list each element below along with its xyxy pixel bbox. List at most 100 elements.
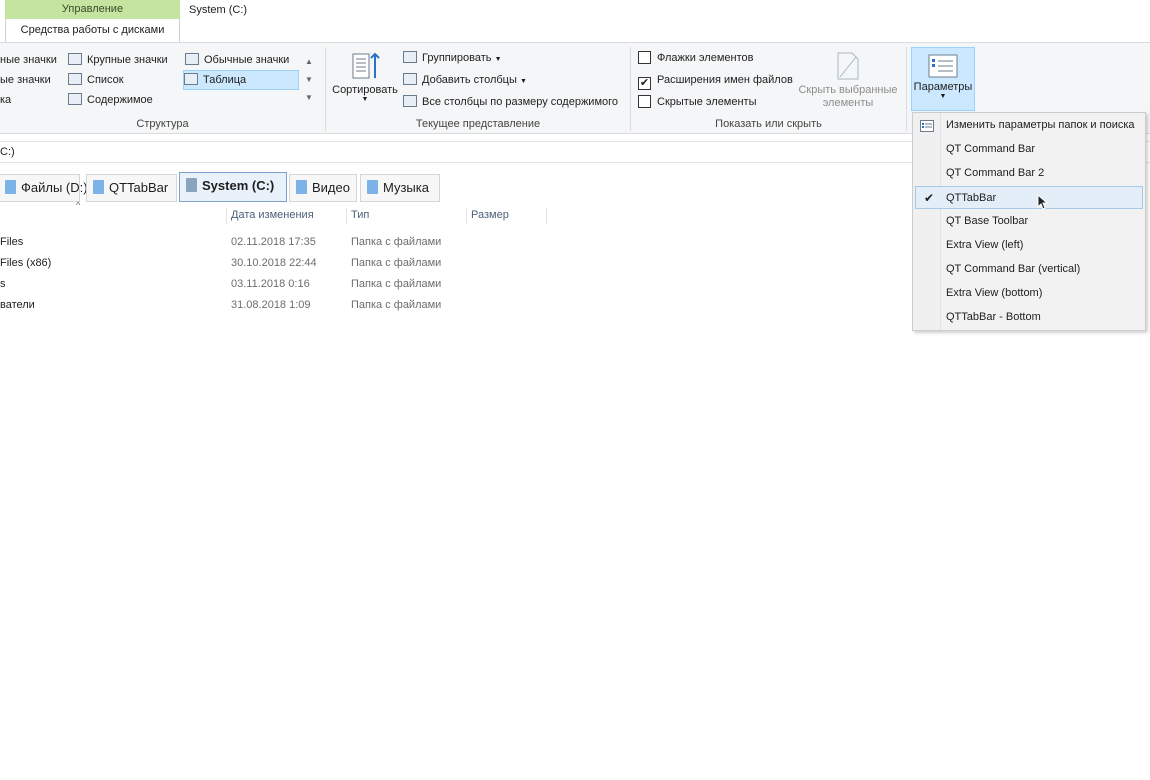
medium-icons-icon — [185, 53, 199, 65]
add-columns-button[interactable]: Добавить столбцы ▼ — [403, 71, 527, 89]
tab-files-d[interactable]: Файлы (D:) — [0, 174, 88, 202]
layout-tiles[interactable]: ка — [0, 91, 11, 109]
tab-music[interactable]: Музыка — [360, 174, 440, 202]
layout-list[interactable]: Список — [68, 71, 124, 89]
hidden-items-label: Скрытые элементы — [657, 96, 757, 108]
row-name: ватели — [0, 299, 35, 311]
layout-scroll[interactable]: ▲ ▼ ▼ — [302, 53, 316, 109]
options-label: Параметры — [913, 81, 973, 93]
tab-label: Музыка — [383, 180, 429, 195]
menu-item-qttabbar-bottom[interactable]: QTTabBar - Bottom — [915, 306, 1143, 329]
tab-system-c[interactable]: System (C:) — [179, 172, 287, 202]
row-date: 31.08.2018 1:09 — [231, 299, 311, 311]
hide-selected-icon — [837, 52, 859, 80]
table-row[interactable]: ватели 31.08.2018 1:09 Папка с файлами — [0, 295, 560, 315]
layout-large-icons-label: Крупные значки — [87, 54, 168, 66]
add-columns-label: Добавить столбцы — [422, 74, 517, 86]
menu-item-label: QT Base Toolbar — [946, 215, 1029, 227]
file-extensions-toggle[interactable]: ✔ Расширения имен файлов — [638, 71, 793, 90]
column-header-date[interactable]: Дата изменения — [227, 208, 347, 224]
layout-extra-large-icons[interactable]: ные значки — [0, 51, 57, 69]
row-type: Папка с файлами — [351, 236, 442, 248]
column-header-name[interactable] — [0, 208, 227, 224]
row-type: Папка с файлами — [351, 257, 442, 269]
layout-large-icons-small[interactable]: ые значки — [0, 71, 51, 89]
tab-video[interactable]: Видео — [289, 174, 357, 202]
size-columns-label: Все столбцы по размеру содержимого — [422, 96, 619, 108]
group-separator — [906, 47, 907, 131]
menu-item-label: Extra View (bottom) — [946, 287, 1043, 299]
tab-qttabbar[interactable]: QTTabBar — [86, 174, 177, 202]
layout-details[interactable]: Таблица — [183, 70, 299, 90]
checkmark-icon: ✔ — [924, 191, 935, 205]
scroll-down-icon[interactable]: ▼ — [302, 71, 316, 89]
hide-selected-button[interactable]: Скрыть выбранные элементы — [795, 51, 901, 115]
menu-item-label: QT Command Bar — [946, 143, 1036, 155]
expand-icon[interactable]: ▼ — [302, 89, 316, 107]
tab-label: Файлы (D:) — [21, 180, 88, 195]
menu-item-qttabbar[interactable]: ✔ QTTabBar — [915, 186, 1143, 209]
menu-item-extra-view-bottom[interactable]: Extra View (bottom) — [915, 282, 1143, 305]
checkbox-checked[interactable]: ✔ — [638, 77, 651, 90]
checkbox[interactable] — [638, 95, 651, 108]
row-name: Files (x86) — [0, 257, 52, 269]
table-row[interactable]: Files (x86) 30.10.2018 22:44 Папка с фай… — [0, 253, 560, 273]
mouse-cursor-icon — [1037, 194, 1049, 210]
layout-medium-icons-label: Обычные значки — [204, 54, 290, 66]
column-header-size[interactable]: Размер — [467, 208, 547, 224]
chevron-down-icon: ▼ — [494, 56, 502, 63]
chevron-down-icon: ▼ — [519, 78, 527, 85]
row-date: 02.11.2018 17:35 — [231, 236, 316, 248]
group-label-layout: Структура — [136, 118, 189, 130]
menu-item-qt-command-bar[interactable]: QT Command Bar — [915, 138, 1143, 161]
layout-large-icons[interactable]: Крупные значки — [68, 51, 168, 69]
column-header-type[interactable]: Тип — [347, 208, 467, 224]
layout-list-label: Список — [87, 74, 124, 86]
tab-label: QTTabBar — [109, 180, 169, 195]
address-path: C:) — [0, 146, 15, 158]
hidden-items-toggle[interactable]: Скрытые элементы — [638, 93, 757, 111]
folder-options-icon — [920, 120, 934, 132]
menu-item-qt-base-toolbar[interactable]: QT Base Toolbar — [915, 210, 1143, 233]
table-row[interactable]: s 03.11.2018 0:16 Папка с файлами — [0, 274, 560, 294]
size-columns-button[interactable]: Все столбцы по размеру содержимого — [403, 93, 618, 111]
menu-item-extra-view-left[interactable]: Extra View (left) — [915, 234, 1143, 257]
menu-item-qt-command-bar-2[interactable]: QT Command Bar 2 — [915, 162, 1143, 185]
menu-item-qt-command-bar-vertical[interactable]: QT Command Bar (vertical) — [915, 258, 1143, 281]
add-columns-icon — [403, 73, 417, 85]
file-extensions-label: Расширения имен файлов — [657, 74, 793, 86]
layout-medium-icons[interactable]: Обычные значки — [185, 51, 299, 69]
contextual-tab[interactable]: Управление Средства работы с дисками — [5, 0, 180, 42]
menu-item-label: Extra View (left) — [946, 239, 1024, 251]
options-menu: Изменить параметры папок и поиска QT Com… — [912, 112, 1146, 331]
content-icon — [68, 93, 82, 105]
scroll-up-icon[interactable]: ▲ — [302, 53, 316, 71]
sort-button[interactable]: Сортировать ▼ — [330, 51, 400, 113]
sort-icon — [352, 52, 380, 79]
row-date: 30.10.2018 22:44 — [231, 257, 317, 269]
hide-selected-label: Скрыть выбранные элементы — [798, 84, 898, 109]
checkbox-items-label: Флажки элементов — [657, 52, 754, 64]
menu-item-folder-options[interactable]: Изменить параметры папок и поиска — [915, 114, 1143, 137]
folder-icon — [93, 180, 104, 194]
contextual-tab-label[interactable]: Средства работы с дисками — [5, 19, 180, 42]
checkbox-items-toggle[interactable]: Флажки элементов — [638, 49, 753, 67]
table-row[interactable]: Files 02.11.2018 17:35 Папка с файлами — [0, 232, 560, 252]
folder-icon — [5, 180, 16, 194]
row-name: s — [0, 278, 6, 290]
sort-dropdown-icon: ▼ — [361, 96, 369, 103]
menu-item-label: QT Command Bar 2 — [946, 167, 1045, 179]
layout-content[interactable]: Содержимое — [68, 91, 153, 109]
contextual-tab-group: Управление — [5, 0, 180, 19]
details-icon — [184, 73, 198, 85]
checkbox[interactable] — [638, 51, 651, 64]
options-button[interactable]: Параметры ▼ — [911, 47, 975, 111]
menu-item-label: QTTabBar - Bottom — [946, 311, 1041, 323]
row-date: 03.11.2018 0:16 — [231, 278, 310, 290]
tab-label: Видео — [312, 180, 350, 195]
group-by-button[interactable]: Группировать ▼ — [403, 49, 502, 67]
layout-details-label: Таблица — [203, 74, 247, 86]
folder-icon — [296, 180, 307, 194]
options-icon — [928, 54, 958, 78]
list-icon — [68, 73, 82, 85]
